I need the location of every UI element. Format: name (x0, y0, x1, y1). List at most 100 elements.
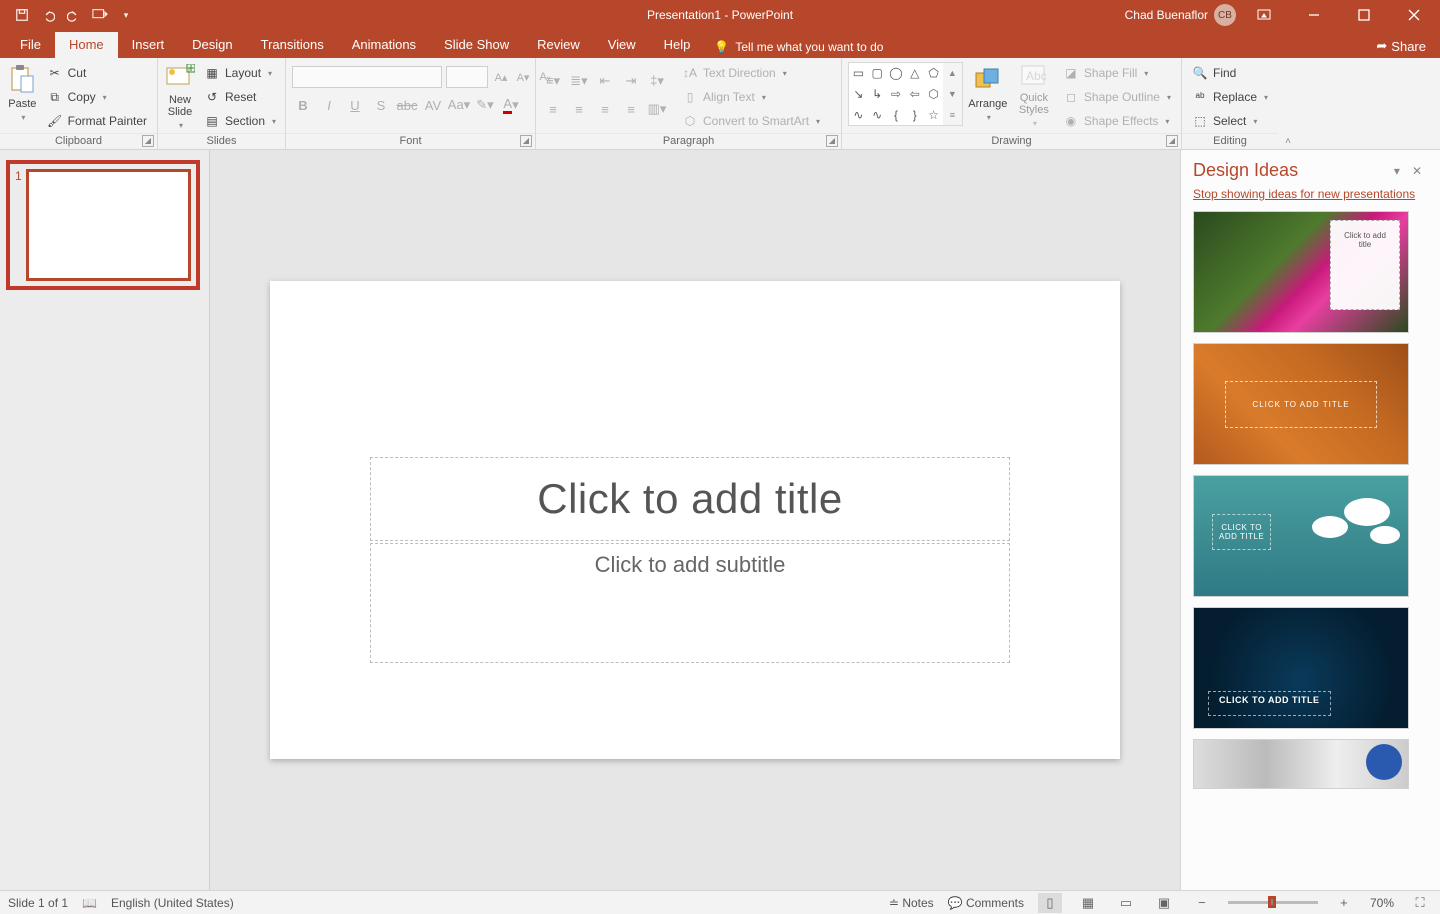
highlight-icon[interactable]: ✎▾ (474, 94, 496, 116)
start-from-beginning-icon[interactable] (88, 3, 112, 27)
user-name[interactable]: Chad Buenaflor (1125, 8, 1208, 22)
align-text-button[interactable]: ▯Align Text▾ (678, 86, 824, 108)
font-size-combo[interactable] (446, 66, 488, 88)
increase-indent-icon[interactable]: ⇥ (620, 70, 642, 92)
columns-icon[interactable]: ▥▾ (646, 98, 668, 120)
section-button[interactable]: ▤Section▾ (200, 110, 280, 132)
tab-slideshow[interactable]: Slide Show (430, 32, 523, 58)
convert-smartart-button[interactable]: ⬡Convert to SmartArt▾ (678, 110, 824, 132)
tell-me-search[interactable]: 💡 Tell me what you want to do (704, 36, 893, 58)
pane-options-icon[interactable]: ▾ (1388, 164, 1406, 178)
minimize-icon[interactable] (1292, 0, 1336, 30)
title-placeholder[interactable]: Click to add title (370, 457, 1010, 541)
ribbon-display-options-icon[interactable] (1242, 0, 1286, 30)
shape-fill-button[interactable]: ◪Shape Fill▾ (1059, 62, 1175, 84)
normal-view-icon[interactable]: ▯ (1038, 893, 1062, 913)
font-name-combo[interactable] (292, 66, 442, 88)
collapse-ribbon-icon[interactable]: ˄ (1278, 58, 1298, 149)
tab-review[interactable]: Review (523, 32, 594, 58)
tab-view[interactable]: View (594, 32, 650, 58)
font-dialog-launcher-icon[interactable]: ◢ (520, 135, 532, 147)
select-button[interactable]: ⬚Select▾ (1188, 110, 1272, 132)
maximize-icon[interactable] (1342, 0, 1386, 30)
tab-insert[interactable]: Insert (118, 32, 179, 58)
arrange-button[interactable]: Arrange▾ (967, 62, 1009, 130)
pane-close-icon[interactable]: ✕ (1406, 164, 1428, 178)
find-button[interactable]: 🔍Find (1188, 62, 1272, 84)
design-idea-4[interactable]: CLICK TO ADD TITLE (1193, 607, 1409, 729)
format-painter-button[interactable]: 🖌Format Painter (43, 110, 151, 132)
align-center-icon[interactable]: ≡ (568, 98, 590, 120)
tab-home[interactable]: Home (55, 32, 118, 58)
zoom-slider[interactable] (1228, 901, 1318, 904)
text-direction-button[interactable]: ↕AText Direction▾ (678, 62, 824, 84)
font-color-icon[interactable]: A▾ (500, 94, 522, 116)
design-idea-3[interactable]: CLICK TO ADD TITLE (1193, 475, 1409, 597)
reading-view-icon[interactable]: ▭ (1114, 893, 1138, 913)
paragraph-dialog-launcher-icon[interactable]: ◢ (826, 135, 838, 147)
comments-button[interactable]: 💬 Comments (948, 896, 1024, 910)
shape-effects-button[interactable]: ◉Shape Effects▾ (1059, 110, 1175, 132)
bold-icon[interactable]: B (292, 94, 314, 116)
language-status[interactable]: English (United States) (111, 896, 234, 910)
justify-icon[interactable]: ≡ (620, 98, 642, 120)
numbering-icon[interactable]: ≣▾ (568, 70, 590, 92)
layout-button[interactable]: ▦Layout▾ (200, 62, 280, 84)
slide-canvas-area[interactable]: Click to add title Click to add subtitle (210, 150, 1180, 890)
zoom-in-icon[interactable]: + (1332, 893, 1356, 913)
bullets-icon[interactable]: ≡▾ (542, 70, 564, 92)
decrease-indent-icon[interactable]: ⇤ (594, 70, 616, 92)
slide-thumbnails-pane[interactable]: 1 (0, 150, 210, 890)
char-spacing-icon[interactable]: AV (422, 94, 444, 116)
align-right-icon[interactable]: ≡ (594, 98, 616, 120)
tab-file[interactable]: File (6, 32, 55, 58)
zoom-out-icon[interactable]: − (1190, 893, 1214, 913)
clipboard-dialog-launcher-icon[interactable]: ◢ (142, 135, 154, 147)
slide-sorter-view-icon[interactable]: ▦ (1076, 893, 1100, 913)
slideshow-view-icon[interactable]: ▣ (1152, 893, 1176, 913)
design-idea-1[interactable]: Click to add title (1193, 211, 1409, 333)
notes-button[interactable]: ≐ Notes (889, 896, 934, 910)
slide[interactable]: Click to add title Click to add subtitle (270, 281, 1120, 759)
zoom-level[interactable]: 70% (1370, 896, 1394, 910)
tab-animations[interactable]: Animations (338, 32, 430, 58)
share-button[interactable]: ➦ Share (1362, 34, 1440, 58)
spellcheck-icon[interactable]: 📖 (82, 896, 97, 910)
close-icon[interactable] (1392, 0, 1436, 30)
subtitle-placeholder[interactable]: Click to add subtitle (370, 543, 1010, 663)
shadow-icon[interactable]: S (370, 94, 392, 116)
stop-showing-link[interactable]: Stop showing ideas for new presentations (1181, 187, 1440, 211)
slide-counter[interactable]: Slide 1 of 1 (8, 896, 68, 910)
shape-outline-button[interactable]: ◻Shape Outline▾ (1059, 86, 1175, 108)
align-left-icon[interactable]: ≡ (542, 98, 564, 120)
replace-button[interactable]: ᵃᵇReplace▾ (1188, 86, 1272, 108)
design-ideas-list[interactable]: Click to add title CLICK TO ADD TITLE CL… (1181, 211, 1440, 890)
paste-button[interactable]: Paste▾ (6, 62, 39, 130)
line-spacing-icon[interactable]: ‡▾ (646, 70, 668, 92)
underline-icon[interactable]: U (344, 94, 366, 116)
tab-help[interactable]: Help (650, 32, 705, 58)
save-icon[interactable] (10, 3, 34, 27)
increase-font-icon[interactable]: A▴ (492, 66, 510, 88)
tab-design[interactable]: Design (178, 32, 246, 58)
shapes-gallery[interactable]: ▭▢◯△⬠▲ ↘↳⇨⇦⬡▼ ∿∿{}☆≡ (848, 62, 963, 126)
fit-to-window-icon[interactable]: ⛶ (1408, 893, 1432, 913)
change-case-icon[interactable]: Aa▾ (448, 94, 470, 116)
drawing-dialog-launcher-icon[interactable]: ◢ (1166, 135, 1178, 147)
redo-icon[interactable] (62, 3, 86, 27)
design-idea-2[interactable]: CLICK TO ADD TITLE (1193, 343, 1409, 465)
slide-thumbnail-1[interactable] (26, 169, 191, 281)
decrease-font-icon[interactable]: A▾ (514, 66, 532, 88)
tab-transitions[interactable]: Transitions (247, 32, 338, 58)
cut-button[interactable]: ✂Cut (43, 62, 151, 84)
italic-icon[interactable]: I (318, 94, 340, 116)
design-idea-5[interactable] (1193, 739, 1409, 789)
new-slide-button[interactable]: New Slide▾ (164, 62, 196, 130)
quick-styles-button[interactable]: Abc Quick Styles▾ (1013, 62, 1055, 130)
reset-button[interactable]: ↺Reset (200, 86, 280, 108)
user-avatar[interactable]: CB (1214, 4, 1236, 26)
copy-button[interactable]: ⧉Copy▾ (43, 86, 151, 108)
qat-customize-icon[interactable]: ▾ (114, 3, 138, 27)
undo-icon[interactable] (36, 3, 60, 27)
strikethrough-icon[interactable]: abc (396, 94, 418, 116)
